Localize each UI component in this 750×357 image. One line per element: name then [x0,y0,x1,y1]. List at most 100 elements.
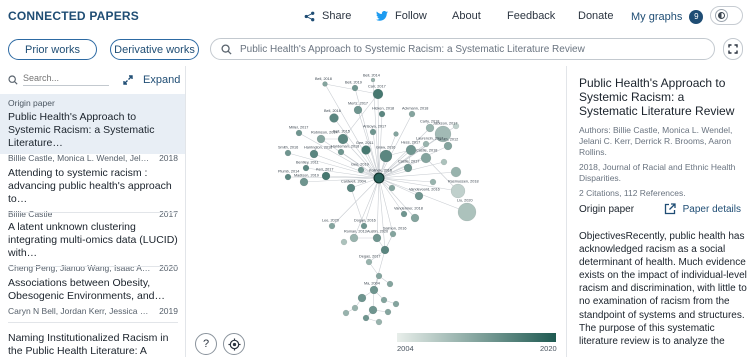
paper-node-label: Liu, 2020 [457,199,473,203]
paper-node[interactable] [386,280,394,288]
paper-node[interactable] [299,177,309,187]
paper-node[interactable] [384,308,392,316]
paper-node[interactable] [380,296,388,304]
locate-origin-button[interactable] [223,333,245,355]
paper-node[interactable] [443,141,453,151]
paper-node[interactable] [360,222,368,230]
paper-node[interactable] [408,110,416,118]
list-item-origin[interactable]: Origin paper Public Health's Approach to… [0,94,185,163]
paper-node[interactable] [440,158,448,166]
paper-title: Naming Institutionalized Racism in the P… [8,332,169,357]
paper-node[interactable] [429,178,437,186]
paper-node[interactable] [372,88,384,100]
paper-node[interactable] [362,314,370,322]
list-divider [8,212,178,213]
paper-node[interactable] [393,131,399,137]
paper-node[interactable] [357,293,367,303]
paper-node[interactable] [388,184,396,192]
theme-toggle[interactable] [710,6,743,25]
paper-node[interactable] [405,144,417,156]
paper-node[interactable] [369,128,377,136]
about-link[interactable]: About [452,10,481,22]
feedback-link[interactable]: Feedback [507,10,555,22]
paper-search-input[interactable] [240,43,710,55]
app-logo[interactable]: CONNECTED PAPERS [8,9,139,23]
paper-node[interactable] [422,140,430,148]
paper-node[interactable] [414,191,424,201]
paper-node-label: Lee, 2020 [322,219,339,223]
paper-node[interactable] [349,233,359,243]
paper-node[interactable] [316,134,326,144]
paper-node[interactable] [328,222,336,230]
paper-details-link[interactable]: Paper details [664,203,741,215]
selected-paper-title[interactable]: Public Health's Approach to Systemic Rac… [579,76,738,118]
paper-authors: Cheng Peng, Jianuo Wang, Isaac Asante… [8,263,153,273]
paper-node-label: Vandevoord, 2016 [409,188,440,192]
list-item[interactable]: Naming Institutionalized Racism in the P… [0,332,185,357]
donate-link[interactable]: Donate [578,10,613,22]
paper-node-label: Roman, 2013 [344,230,367,234]
paper-node[interactable] [284,173,292,181]
paper-node[interactable] [302,164,310,172]
paper-node[interactable] [337,148,345,156]
paper-node[interactable] [351,84,359,92]
paper-node[interactable] [392,300,400,308]
paper-node[interactable] [457,202,477,222]
paper-node[interactable] [361,145,371,155]
paper-node[interactable] [389,230,397,238]
paper-node-label: Salmon, 2016 [383,227,406,231]
paper-node[interactable] [342,309,350,317]
paper-node-label: Arisoya, 2017 [363,125,386,129]
citation-graph[interactable]: Bell, 2018 Bell, 2019Bell, 2014 Carr, 2017… [186,66,566,357]
derivative-works-button[interactable]: Derivative works [110,39,199,60]
paper-node[interactable] [346,183,356,193]
paper-node[interactable] [380,245,390,255]
graph-canvas[interactable]: Bell, 2018 Bell, 2019 Bell, 2014 Carr, 2017… [186,66,566,357]
paper-node-label: Vandermer, 2018 [394,207,423,211]
paper-node[interactable] [403,163,413,173]
paper-node-label: Gee, 2019 [351,163,369,167]
paper-node[interactable] [368,305,378,315]
paper-node[interactable] [337,133,349,145]
origin-paper-label: Origin paper [579,203,635,215]
prior-works-button[interactable]: Prior works [8,39,97,60]
paper-node[interactable] [379,149,393,163]
list-divider [8,266,178,267]
paper-node[interactable] [450,183,466,199]
paper-node[interactable] [410,213,420,223]
paper-node[interactable] [365,258,373,266]
help-button[interactable]: ? [195,333,217,355]
origin-paper-node[interactable] [373,172,385,184]
follow-link[interactable]: Follow [376,10,427,22]
fullscreen-button[interactable] [723,38,743,60]
fullscreen-icon [728,44,738,54]
paper-node[interactable] [420,152,432,164]
paper-node[interactable] [295,129,303,137]
paper-node[interactable] [357,166,365,174]
paper-node[interactable] [370,77,376,83]
list-search-input[interactable] [23,73,109,86]
paper-node[interactable] [322,81,328,87]
paper-node[interactable] [375,272,383,280]
paper-node[interactable] [375,318,383,326]
contrast-icon [715,9,728,22]
crosshair-icon [227,337,241,351]
paper-node[interactable] [351,304,359,312]
paper-node[interactable] [372,233,382,243]
paper-node[interactable] [369,285,379,295]
paper-node[interactable] [400,210,408,218]
paper-node[interactable] [284,149,292,157]
paper-node[interactable] [340,238,348,246]
paper-node-label: Dogan, 2016 [354,219,376,223]
paper-node[interactable] [321,171,331,181]
paper-node[interactable] [329,113,339,123]
paper-node-label: Smith, 2012 [438,138,458,142]
share-link[interactable]: Share [304,10,351,22]
paper-node[interactable] [378,110,386,118]
my-graphs-link[interactable]: My graphs 9 [631,10,704,24]
list-item[interactable]: Associations between Obesity, Obesogenic… [0,277,185,316]
paper-node[interactable] [450,166,462,178]
paper-node[interactable] [353,105,363,115]
expand-button[interactable]: Expand [123,74,180,86]
paper-node[interactable] [309,149,319,159]
